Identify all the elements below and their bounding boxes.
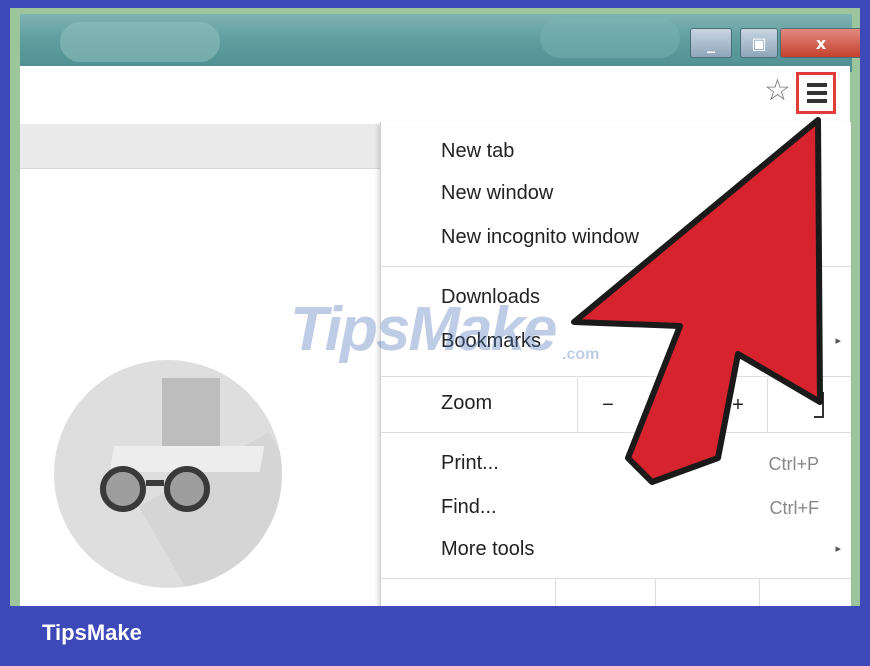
footer-brand: TipsMake (42, 620, 142, 645)
pointer-arrow-icon (571, 117, 823, 485)
arrow-shape (571, 117, 823, 485)
